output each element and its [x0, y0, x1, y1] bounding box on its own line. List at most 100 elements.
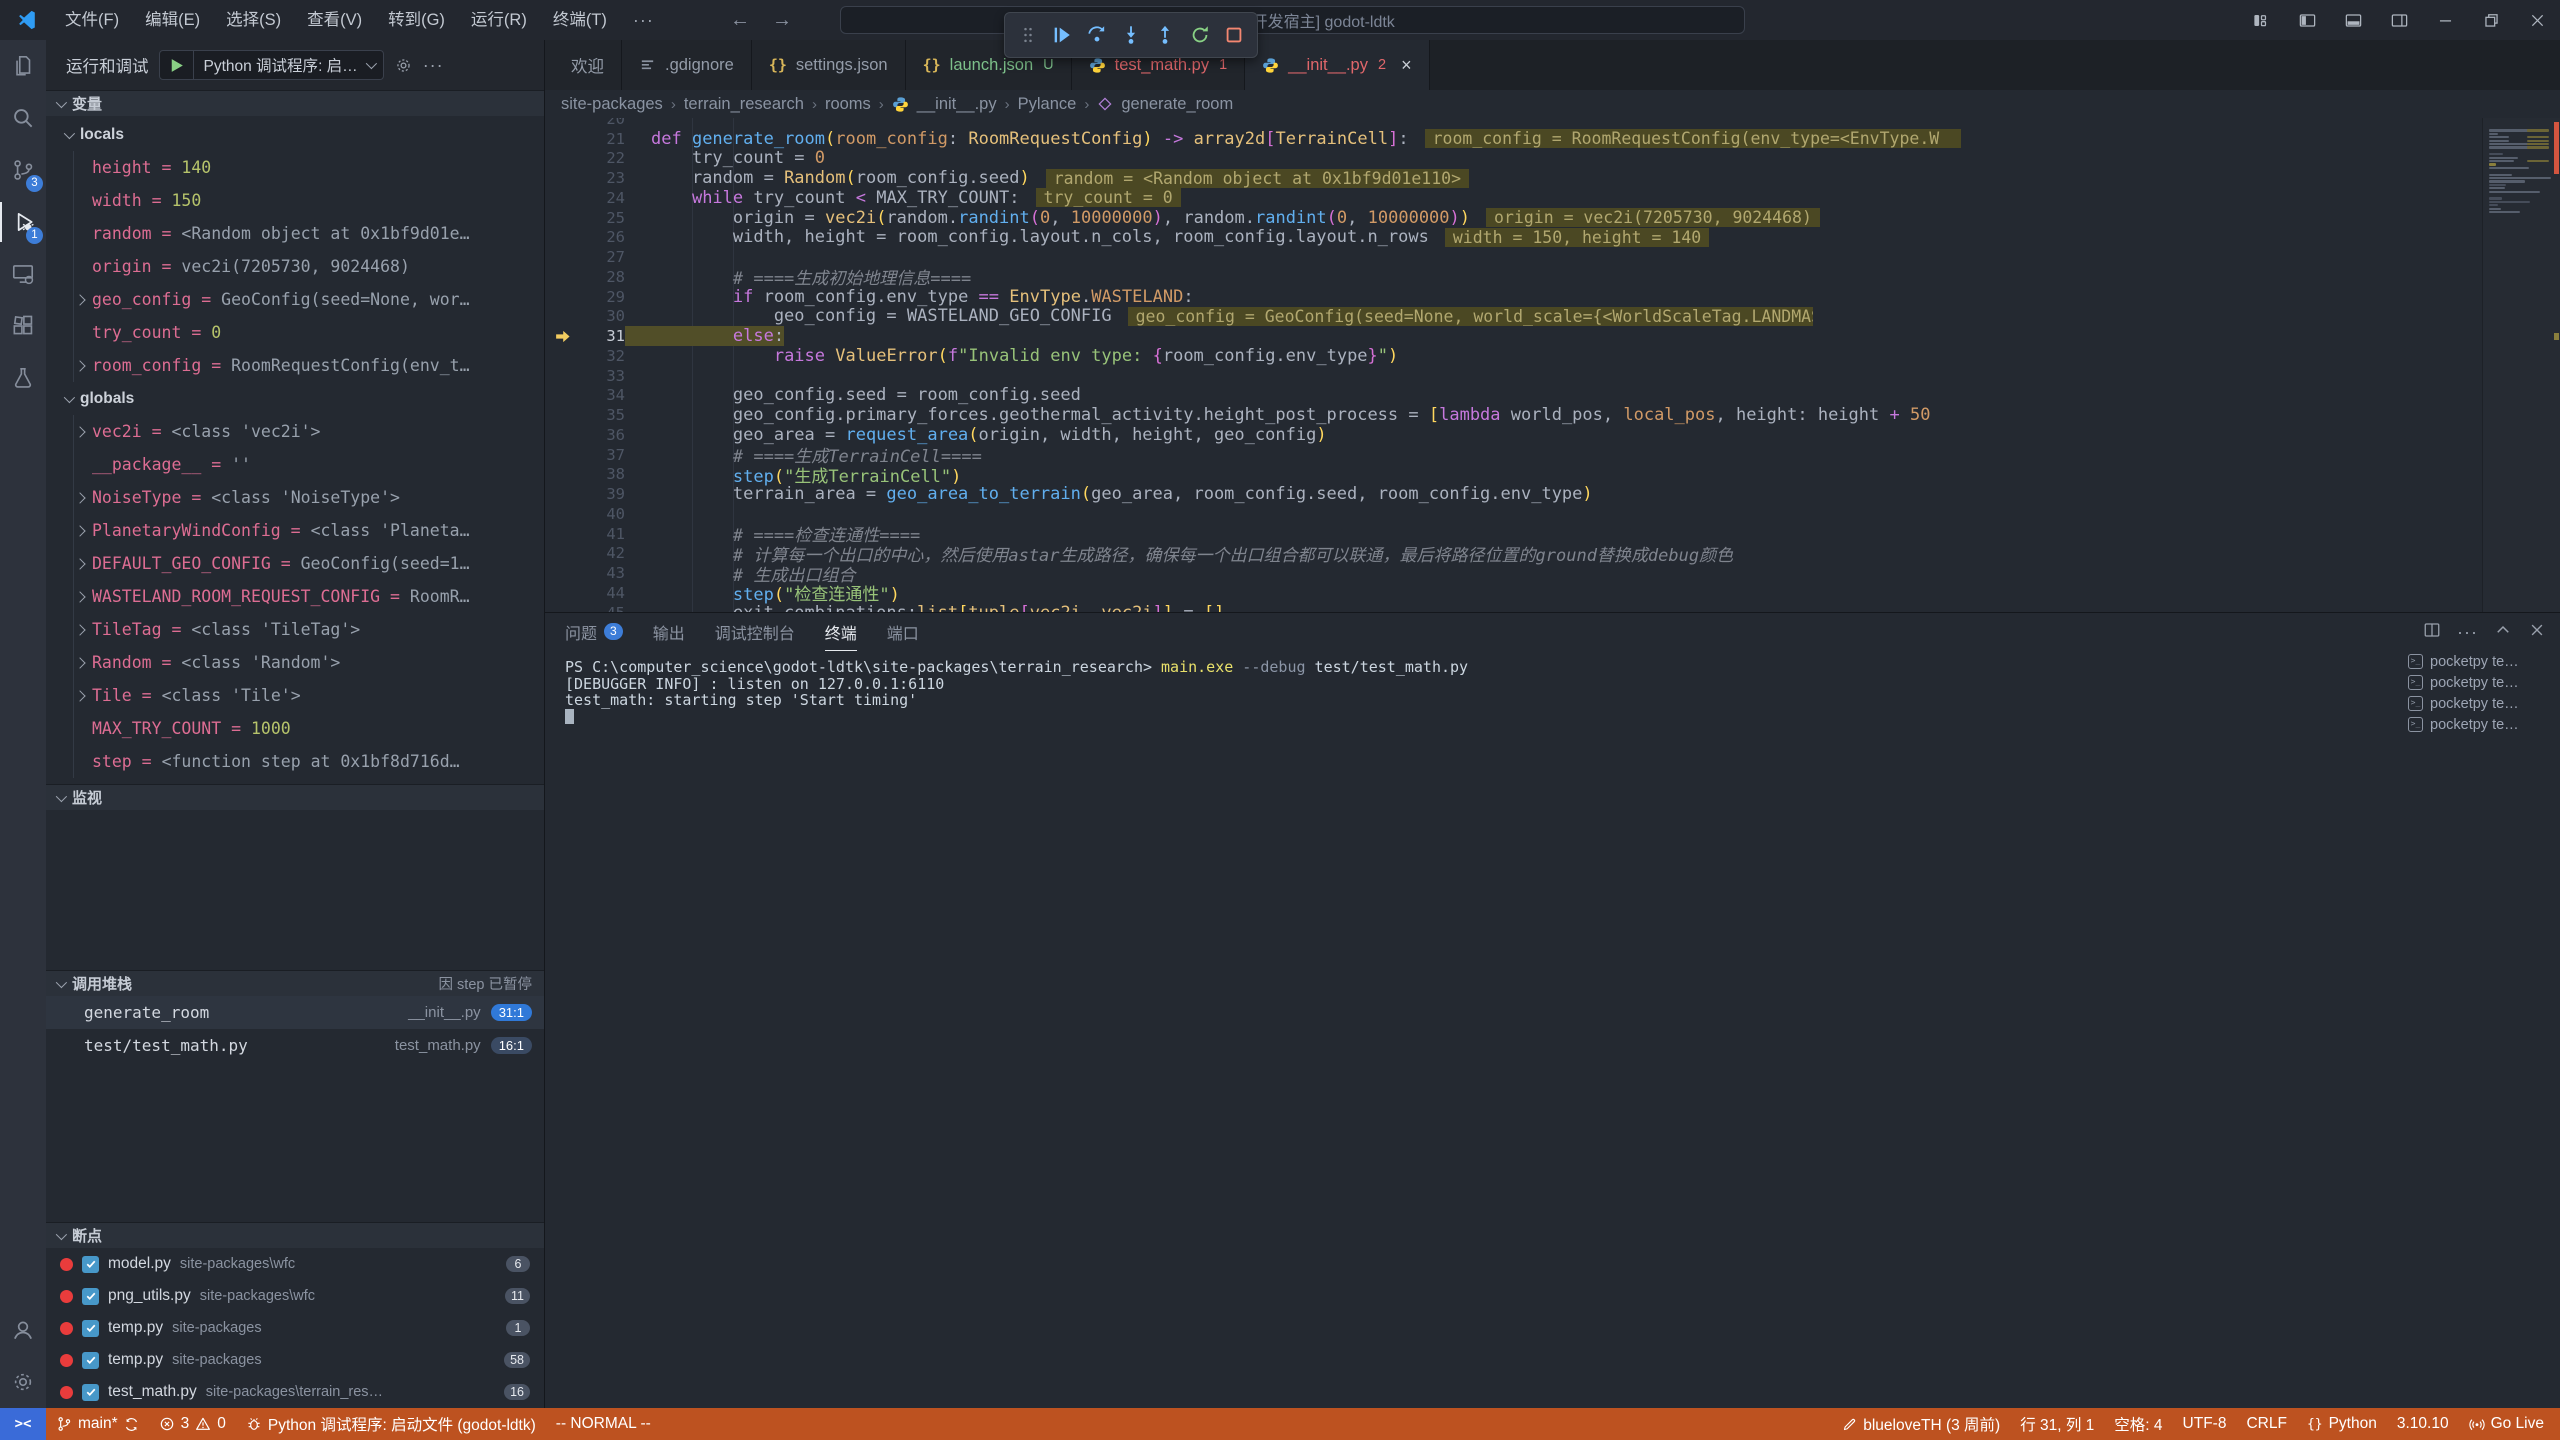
statusbar-debug-session[interactable]: Python 调试程序: 启动文件 (godot-ldtk) [236, 1408, 546, 1440]
start-debug-icon[interactable] [160, 56, 193, 75]
code-line-23[interactable]: 23 random = Random(room_config.seed)rand… [545, 168, 2560, 188]
breadcrumb-item[interactable]: Pylance [1018, 95, 1077, 114]
code-line-24[interactable]: 24 while try_count < MAX_TRY_COUNT:try_c… [545, 188, 2560, 208]
activitybar-settings[interactable] [0, 1356, 46, 1408]
step-out-button[interactable] [1150, 18, 1180, 52]
variable-row-MAX_TRY_COUNT[interactable]: MAX_TRY_COUNT = 1000 [46, 712, 544, 745]
gear-icon[interactable] [394, 56, 413, 75]
terminal-list-item[interactable]: >_pocketpy te… [2404, 693, 2556, 714]
statusbar-problems[interactable]: 30 [149, 1408, 236, 1440]
statusbar-cursor-position[interactable]: 行 31, 列 1 [2010, 1408, 2104, 1440]
variable-row-DEFAULT_GEO_CONFIG[interactable]: DEFAULT_GEO_CONFIG = GeoConfig(seed=1… [46, 547, 544, 580]
variable-row-width[interactable]: width = 150 [46, 184, 544, 217]
maximize-panel-button[interactable] [2494, 621, 2512, 644]
callstack-section-header[interactable]: 调用堆栈 因 step 已暂停 [46, 970, 544, 996]
maximize-restore-button[interactable] [2468, 0, 2514, 40]
code-line-21[interactable]: 21def generate_room(room_config: RoomReq… [545, 129, 2560, 149]
nav-back-icon[interactable]: ← [730, 0, 750, 40]
code-line-32[interactable]: 32 raise ValueError(f"Invalid env type: … [545, 346, 2560, 366]
breadcrumb-item[interactable]: __init__.py [917, 95, 997, 114]
tab-.gdignore[interactable]: .gdignore [622, 40, 752, 90]
breadcrumb-item[interactable]: terrain_research [684, 95, 804, 114]
breakpoint-row[interactable]: temp.pysite-packages1 [46, 1312, 544, 1344]
code-line-34[interactable]: 34 geo_config.seed = room_config.seed [545, 386, 2560, 406]
statusbar-encoding[interactable]: UTF-8 [2173, 1408, 2237, 1440]
variable-row-geo_config[interactable]: geo_config = GeoConfig(seed=None, wor… [46, 283, 544, 316]
menu-item-2[interactable]: 选择(S) [213, 0, 294, 40]
variables-group-locals[interactable]: locals [46, 118, 544, 151]
menu-overflow[interactable]: ··· [620, 0, 667, 40]
activitybar-source-control[interactable]: 3 [0, 144, 46, 196]
terminal-output[interactable]: PS C:\computer_science\godot-ldtk\site-p… [565, 659, 2390, 725]
debug-current-line-arrow-icon[interactable] [545, 328, 579, 345]
code-line-25[interactable]: 25 origin = vec2i(random.randint(0, 1000… [545, 208, 2560, 228]
statusbar-indentation[interactable]: 空格: 4 [2104, 1408, 2172, 1440]
variable-row-origin[interactable]: origin = vec2i(7205730, 9024468) [46, 250, 544, 283]
close-icon[interactable]: × [1401, 55, 1412, 76]
menu-item-6[interactable]: 终端(T) [540, 0, 620, 40]
toggle-primary-sidebar-button[interactable] [2284, 0, 2330, 40]
panel-tab-输出[interactable]: 输出 [653, 613, 685, 651]
statusbar-git-branch[interactable]: main* [46, 1408, 149, 1440]
variable-row-height[interactable]: height = 140 [46, 151, 544, 184]
breadcrumb-item[interactable]: site-packages [561, 95, 663, 114]
breakpoint-row[interactable]: test_math.pysite-packages\terrain_res…16 [46, 1376, 544, 1408]
statusbar-vim-mode[interactable]: -- NORMAL -- [546, 1408, 661, 1440]
variable-row-vec2i[interactable]: vec2i = <class 'vec2i'> [46, 415, 544, 448]
terminal-list-item[interactable]: >_pocketpy te… [2404, 672, 2556, 693]
watch-section-header[interactable]: 监视 [46, 784, 544, 810]
minimize-button[interactable] [2422, 0, 2468, 40]
variable-row-random[interactable]: random = <Random object at 0x1bf9d01e… [46, 217, 544, 250]
customize-layout-button[interactable] [2238, 0, 2284, 40]
breadcrumb-item[interactable]: generate_room [1121, 95, 1233, 114]
toggle-panel-button[interactable] [2330, 0, 2376, 40]
variable-row-PlanetaryWindConfig[interactable]: PlanetaryWindConfig = <class 'Planeta… [46, 514, 544, 547]
minimap[interactable] [2482, 118, 2560, 612]
step-into-button[interactable] [1116, 18, 1146, 52]
code-line-26[interactable]: 26 width, height = room_config.layout.n_… [545, 228, 2560, 248]
breakpoint-checkbox[interactable] [82, 1352, 99, 1369]
activitybar-testing[interactable] [0, 352, 46, 404]
command-center-search[interactable]: [扩展开发宿主] godot-ldtk [840, 6, 1745, 34]
panel-tab-调试控制台[interactable]: 调试控制台 [715, 613, 795, 651]
activitybar-account[interactable] [0, 1304, 46, 1356]
statusbar-git-blame[interactable]: blueloveTH (3 周前) [1832, 1408, 2010, 1440]
variable-row-__package__[interactable]: __package__ = '' [46, 448, 544, 481]
menu-item-3[interactable]: 查看(V) [294, 0, 375, 40]
activitybar-search[interactable] [0, 92, 46, 144]
code-line-28[interactable]: 28 # ====生成初始地理信息==== [545, 267, 2560, 287]
close-button[interactable] [2514, 0, 2560, 40]
continue-button[interactable] [1047, 18, 1077, 52]
variable-row-Random[interactable]: Random = <class 'Random'> [46, 646, 544, 679]
code-line-30[interactable]: 30 geo_config = WASTELAND_GEO_CONFIGgeo_… [545, 307, 2560, 327]
tab-__init__.py[interactable]: __init__.py2× [1245, 40, 1429, 90]
variable-row-room_config[interactable]: room_config = RoomRequestConfig(env_t… [46, 349, 544, 382]
breakpoint-checkbox[interactable] [82, 1288, 99, 1305]
panel-tab-问题[interactable]: 问题3 [565, 613, 623, 651]
menu-item-0[interactable]: 文件(F) [52, 0, 132, 40]
code-line-38[interactable]: 38 step("生成TerrainCell") [545, 465, 2560, 485]
breadcrumb-item[interactable]: rooms [825, 95, 871, 114]
variable-row-WASTELAND_ROOM_REQUEST_CONFIG[interactable]: WASTELAND_ROOM_REQUEST_CONFIG = RoomR… [46, 580, 544, 613]
code-line-44[interactable]: 44 step("检查连通性") [545, 583, 2560, 603]
activitybar-extensions[interactable] [0, 300, 46, 352]
code-line-39[interactable]: 39 terrain_area = geo_area_to_terrain(ge… [545, 484, 2560, 504]
statusbar-language-mode[interactable]: {}Python [2297, 1408, 2387, 1440]
code-line-31[interactable]: 31 else: [545, 326, 2560, 346]
debug-config-dropdown[interactable]: Python 调试程序: 启… [159, 50, 384, 80]
terminal-list-item[interactable]: >_pocketpy te… [2404, 651, 2556, 672]
tab--[interactable]: 欢迎 [545, 40, 622, 90]
more-actions-icon[interactable]: ··· [2457, 622, 2478, 643]
panel-tab-端口[interactable]: 端口 [887, 613, 919, 651]
breakpoint-checkbox[interactable] [82, 1256, 99, 1273]
activitybar-explorer[interactable] [0, 40, 46, 92]
close-panel-button[interactable] [2528, 621, 2546, 644]
menu-item-5[interactable]: 运行(R) [458, 0, 540, 40]
variable-row-Tile[interactable]: Tile = <class 'Tile'> [46, 679, 544, 712]
variable-row-step[interactable]: step = <function step at 0x1bf8d716d… [46, 745, 544, 778]
activitybar-run-debug[interactable]: 1 [0, 196, 46, 248]
more-actions-icon[interactable]: ··· [423, 55, 444, 76]
callstack-frame[interactable]: generate_room__init__.py31:1 [46, 996, 544, 1029]
breakpoint-row[interactable]: png_utils.pysite-packages\wfc11 [46, 1280, 544, 1312]
menu-item-4[interactable]: 转到(G) [375, 0, 458, 40]
